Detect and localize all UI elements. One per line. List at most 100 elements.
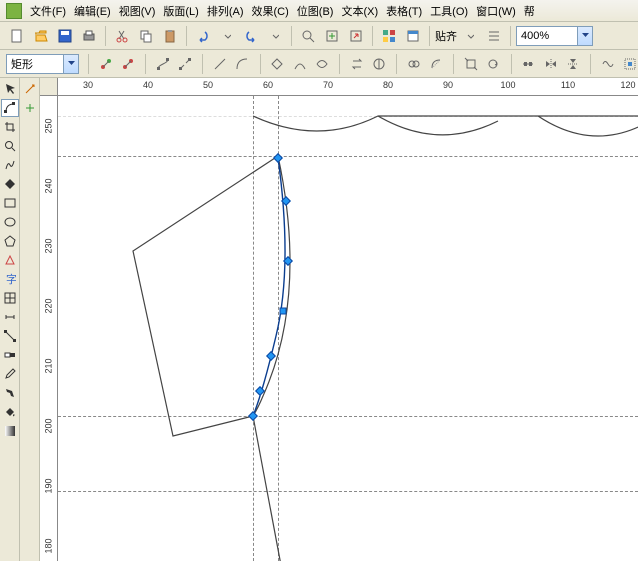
- ruler-tick: 40: [143, 80, 153, 90]
- print-button[interactable]: [78, 25, 100, 47]
- symmetric-node-button[interactable]: [314, 53, 330, 75]
- reflect-h-button[interactable]: [543, 53, 559, 75]
- standard-toolbar: 贴齐: [0, 22, 638, 50]
- menu-arrange[interactable]: 排列(A): [203, 1, 248, 21]
- welcome-button[interactable]: [402, 25, 424, 47]
- zoom-tool[interactable]: [1, 137, 19, 155]
- ruler-corner[interactable]: [40, 78, 58, 96]
- secondary-toolbox: [20, 78, 40, 561]
- add-node-button[interactable]: [98, 53, 114, 75]
- menu-bitmap[interactable]: 位图(B): [293, 1, 338, 21]
- save-button[interactable]: [54, 25, 76, 47]
- paste-button[interactable]: [159, 25, 181, 47]
- menu-window[interactable]: 窗口(W): [472, 1, 520, 21]
- smart-fill-tool[interactable]: [1, 175, 19, 193]
- menu-effects[interactable]: 效果(C): [248, 1, 293, 21]
- rotate-button[interactable]: [485, 53, 501, 75]
- separator: [339, 54, 340, 74]
- menu-view[interactable]: 视图(V): [115, 1, 160, 21]
- redo-dropdown[interactable]: [264, 25, 286, 47]
- ruler-tick: 90: [443, 80, 453, 90]
- menu-tools[interactable]: 工具(O): [426, 1, 472, 21]
- dimension-tool[interactable]: [1, 308, 19, 326]
- cusp-node-button[interactable]: [269, 53, 285, 75]
- interactive-fill-tool[interactable]: [1, 422, 19, 440]
- shape-input[interactable]: [7, 58, 63, 70]
- vertical-ruler[interactable]: 250 240 230 220 210 200 190 180: [40, 96, 58, 561]
- redo-button[interactable]: [240, 25, 262, 47]
- undo-dropdown[interactable]: [216, 25, 238, 47]
- vector-artwork[interactable]: [58, 96, 638, 561]
- separator: [510, 26, 511, 46]
- svg-text:字: 字: [6, 273, 16, 285]
- open-button[interactable]: [30, 25, 52, 47]
- smooth-node-button[interactable]: [292, 53, 308, 75]
- export-button[interactable]: [345, 25, 367, 47]
- menu-help[interactable]: 帮: [520, 1, 539, 21]
- zoom-dropdown-arrow[interactable]: [577, 27, 592, 45]
- ellipse-tool[interactable]: [1, 213, 19, 231]
- select-all-nodes-button[interactable]: [622, 53, 638, 75]
- reflect-v-button[interactable]: [565, 53, 581, 75]
- zoom-input[interactable]: [517, 30, 577, 42]
- drawing-canvas[interactable]: [58, 96, 638, 561]
- to-curve-button[interactable]: [234, 53, 250, 75]
- separator: [105, 26, 106, 46]
- connector-tool[interactable]: [1, 327, 19, 345]
- fill-tool[interactable]: [1, 403, 19, 421]
- rectangle-tool[interactable]: [1, 194, 19, 212]
- cut-button[interactable]: [111, 25, 133, 47]
- separator: [260, 54, 261, 74]
- new-button[interactable]: [6, 25, 28, 47]
- extend-button[interactable]: [371, 53, 387, 75]
- crop-tool[interactable]: [1, 118, 19, 136]
- aux-tool-2[interactable]: [21, 99, 39, 117]
- zoom-combo[interactable]: [516, 26, 593, 46]
- separator: [590, 54, 591, 74]
- curve-node-selected[interactable]: [280, 308, 287, 315]
- shape-dropdown-arrow[interactable]: [63, 55, 78, 73]
- table-tool[interactable]: [1, 289, 19, 307]
- text-tool[interactable]: 字: [1, 270, 19, 288]
- freehand-tool[interactable]: [1, 156, 19, 174]
- extract-button[interactable]: [406, 53, 422, 75]
- reverse-button[interactable]: [349, 53, 365, 75]
- import-button[interactable]: [321, 25, 343, 47]
- copy-button[interactable]: [135, 25, 157, 47]
- aux-tool-1[interactable]: [21, 80, 39, 98]
- separator: [145, 54, 146, 74]
- interactive-tool[interactable]: [1, 346, 19, 364]
- to-line-button[interactable]: [212, 53, 228, 75]
- outline-tool[interactable]: [1, 384, 19, 402]
- separator: [372, 26, 373, 46]
- options-button[interactable]: [483, 25, 505, 47]
- stretch-button[interactable]: [463, 53, 479, 75]
- canvas-area: 30 40 50 60 70 80 90 100 110 120 250 240…: [40, 78, 638, 561]
- work-area: 字 30 40 50 60 70 80 90 100 110 120 250 2…: [0, 78, 638, 561]
- delete-node-button[interactable]: [120, 53, 136, 75]
- eyedropper-tool[interactable]: [1, 365, 19, 383]
- menu-table[interactable]: 表格(T): [382, 1, 426, 21]
- align-nodes-button[interactable]: [520, 53, 536, 75]
- elastic-button[interactable]: [600, 53, 616, 75]
- horizontal-ruler[interactable]: 30 40 50 60 70 80 90 100 110 120: [58, 78, 638, 96]
- ruler-tick: 80: [383, 80, 393, 90]
- menu-file[interactable]: 文件(F): [26, 1, 70, 21]
- pick-tool[interactable]: [1, 80, 19, 98]
- undo-button[interactable]: [192, 25, 214, 47]
- shape-tool[interactable]: [1, 99, 19, 117]
- search-button[interactable]: [297, 25, 319, 47]
- break-node-button[interactable]: [177, 53, 193, 75]
- menu-edit[interactable]: 编辑(E): [70, 1, 115, 21]
- shape-combo[interactable]: [6, 54, 79, 74]
- menu-text[interactable]: 文本(X): [337, 1, 382, 21]
- autoclose-button[interactable]: [428, 53, 444, 75]
- join-nodes-button[interactable]: [155, 53, 171, 75]
- basic-shapes-tool[interactable]: [1, 251, 19, 269]
- menu-layout[interactable]: 版面(L): [159, 1, 202, 21]
- snap-dropdown[interactable]: [459, 25, 481, 47]
- separator: [429, 26, 430, 46]
- separator: [453, 54, 454, 74]
- app-launcher-button[interactable]: [378, 25, 400, 47]
- polygon-tool[interactable]: [1, 232, 19, 250]
